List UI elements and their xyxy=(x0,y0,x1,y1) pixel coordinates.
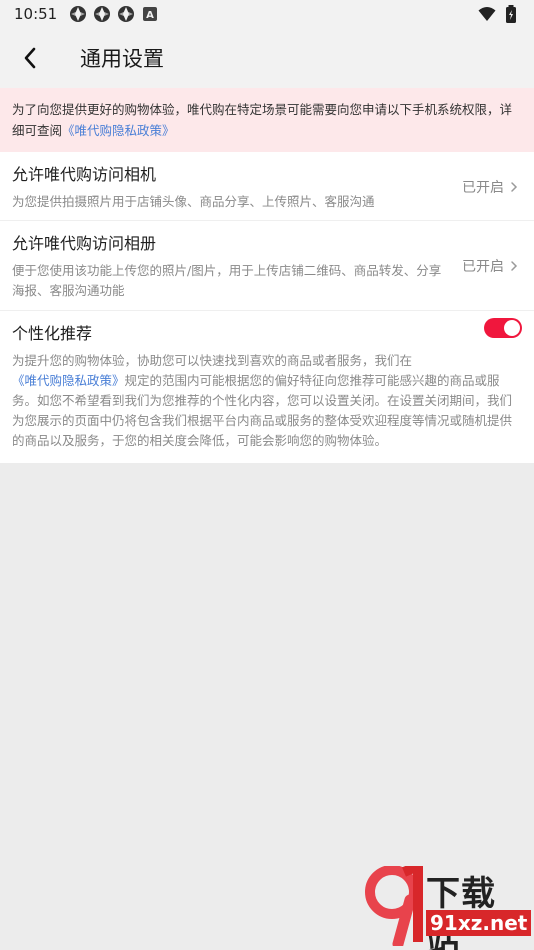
app-notification-icon xyxy=(69,5,87,23)
album-permission-title: 允许唯代购访问相册 xyxy=(12,234,157,253)
camera-permission-title: 允许唯代购访问相机 xyxy=(12,165,157,184)
settings-list: 允许唯代购访问相机 为您提供拍摄照片用于店铺头像、商品分享、上传照片、客服沟通 … xyxy=(0,152,534,463)
back-button[interactable] xyxy=(0,28,60,88)
recommendation-desc-before: 为提升您的购物体验，协助您可以快速找到喜欢的商品或者服务，我们在 xyxy=(12,353,413,368)
system-icons xyxy=(478,5,520,23)
chevron-right-icon xyxy=(511,261,518,271)
wifi-icon xyxy=(478,5,496,23)
recommendation-privacy-link[interactable]: 《唯代购隐私政策》 xyxy=(12,373,125,388)
app-notification-icon xyxy=(93,5,111,23)
chevron-right-icon xyxy=(511,182,518,192)
status-time: 10:51 xyxy=(14,5,58,23)
recommendation-desc: 为提升您的购物体验，协助您可以快速找到喜欢的商品或者服务，我们在《唯代购隐私政策… xyxy=(12,351,522,461)
notification-icons: A xyxy=(69,5,159,23)
album-permission-desc: 便于您使用该功能上传您的照片/图片，用于上传店铺二维码、商品转发、分享海报、客服… xyxy=(12,263,442,298)
permission-notice: 为了向您提供更好的购物体验，唯代购在特定场景可能需要向您申请以下手机系统权限，详… xyxy=(0,88,534,152)
watermark: 下载站 91xz.net xyxy=(358,866,532,950)
battery-icon xyxy=(502,5,520,23)
status-bar: 10:51 A xyxy=(0,0,534,28)
album-permission-status: 已开启 xyxy=(462,256,518,276)
album-permission-row[interactable]: 允许唯代购访问相册 便于您使用该功能上传您的照片/图片，用于上传店铺二维码、商品… xyxy=(0,221,534,311)
camera-status-label: 已开启 xyxy=(462,180,504,196)
watermark-logo-icon xyxy=(365,866,423,946)
camera-permission-status: 已开启 xyxy=(462,177,518,197)
watermark-title: 下载站 xyxy=(426,874,496,950)
app-header: 通用设置 xyxy=(0,28,534,88)
chevron-left-icon xyxy=(24,47,36,69)
watermark-domain: 91xz.net xyxy=(426,910,532,936)
recommendation-toggle[interactable] xyxy=(484,318,522,338)
camera-permission-desc: 为您提供拍摄照片用于店铺头像、商品分享、上传照片、客服沟通 xyxy=(12,194,375,209)
app-notification-icon xyxy=(117,5,135,23)
page-title: 通用设置 xyxy=(80,47,164,71)
a-badge-icon: A xyxy=(141,5,159,23)
svg-text:A: A xyxy=(146,10,154,21)
personalized-recommendation-row: 个性化推荐 为提升您的购物体验，协助您可以快速找到喜欢的商品或者服务，我们在《唯… xyxy=(0,311,534,463)
camera-permission-row[interactable]: 允许唯代购访问相机 为您提供拍摄照片用于店铺头像、商品分享、上传照片、客服沟通 … xyxy=(0,152,534,221)
toggle-knob xyxy=(504,320,520,336)
privacy-policy-link[interactable]: 《唯代购隐私政策》 xyxy=(62,123,175,138)
recommendation-title: 个性化推荐 xyxy=(12,324,93,343)
album-status-label: 已开启 xyxy=(462,259,504,275)
